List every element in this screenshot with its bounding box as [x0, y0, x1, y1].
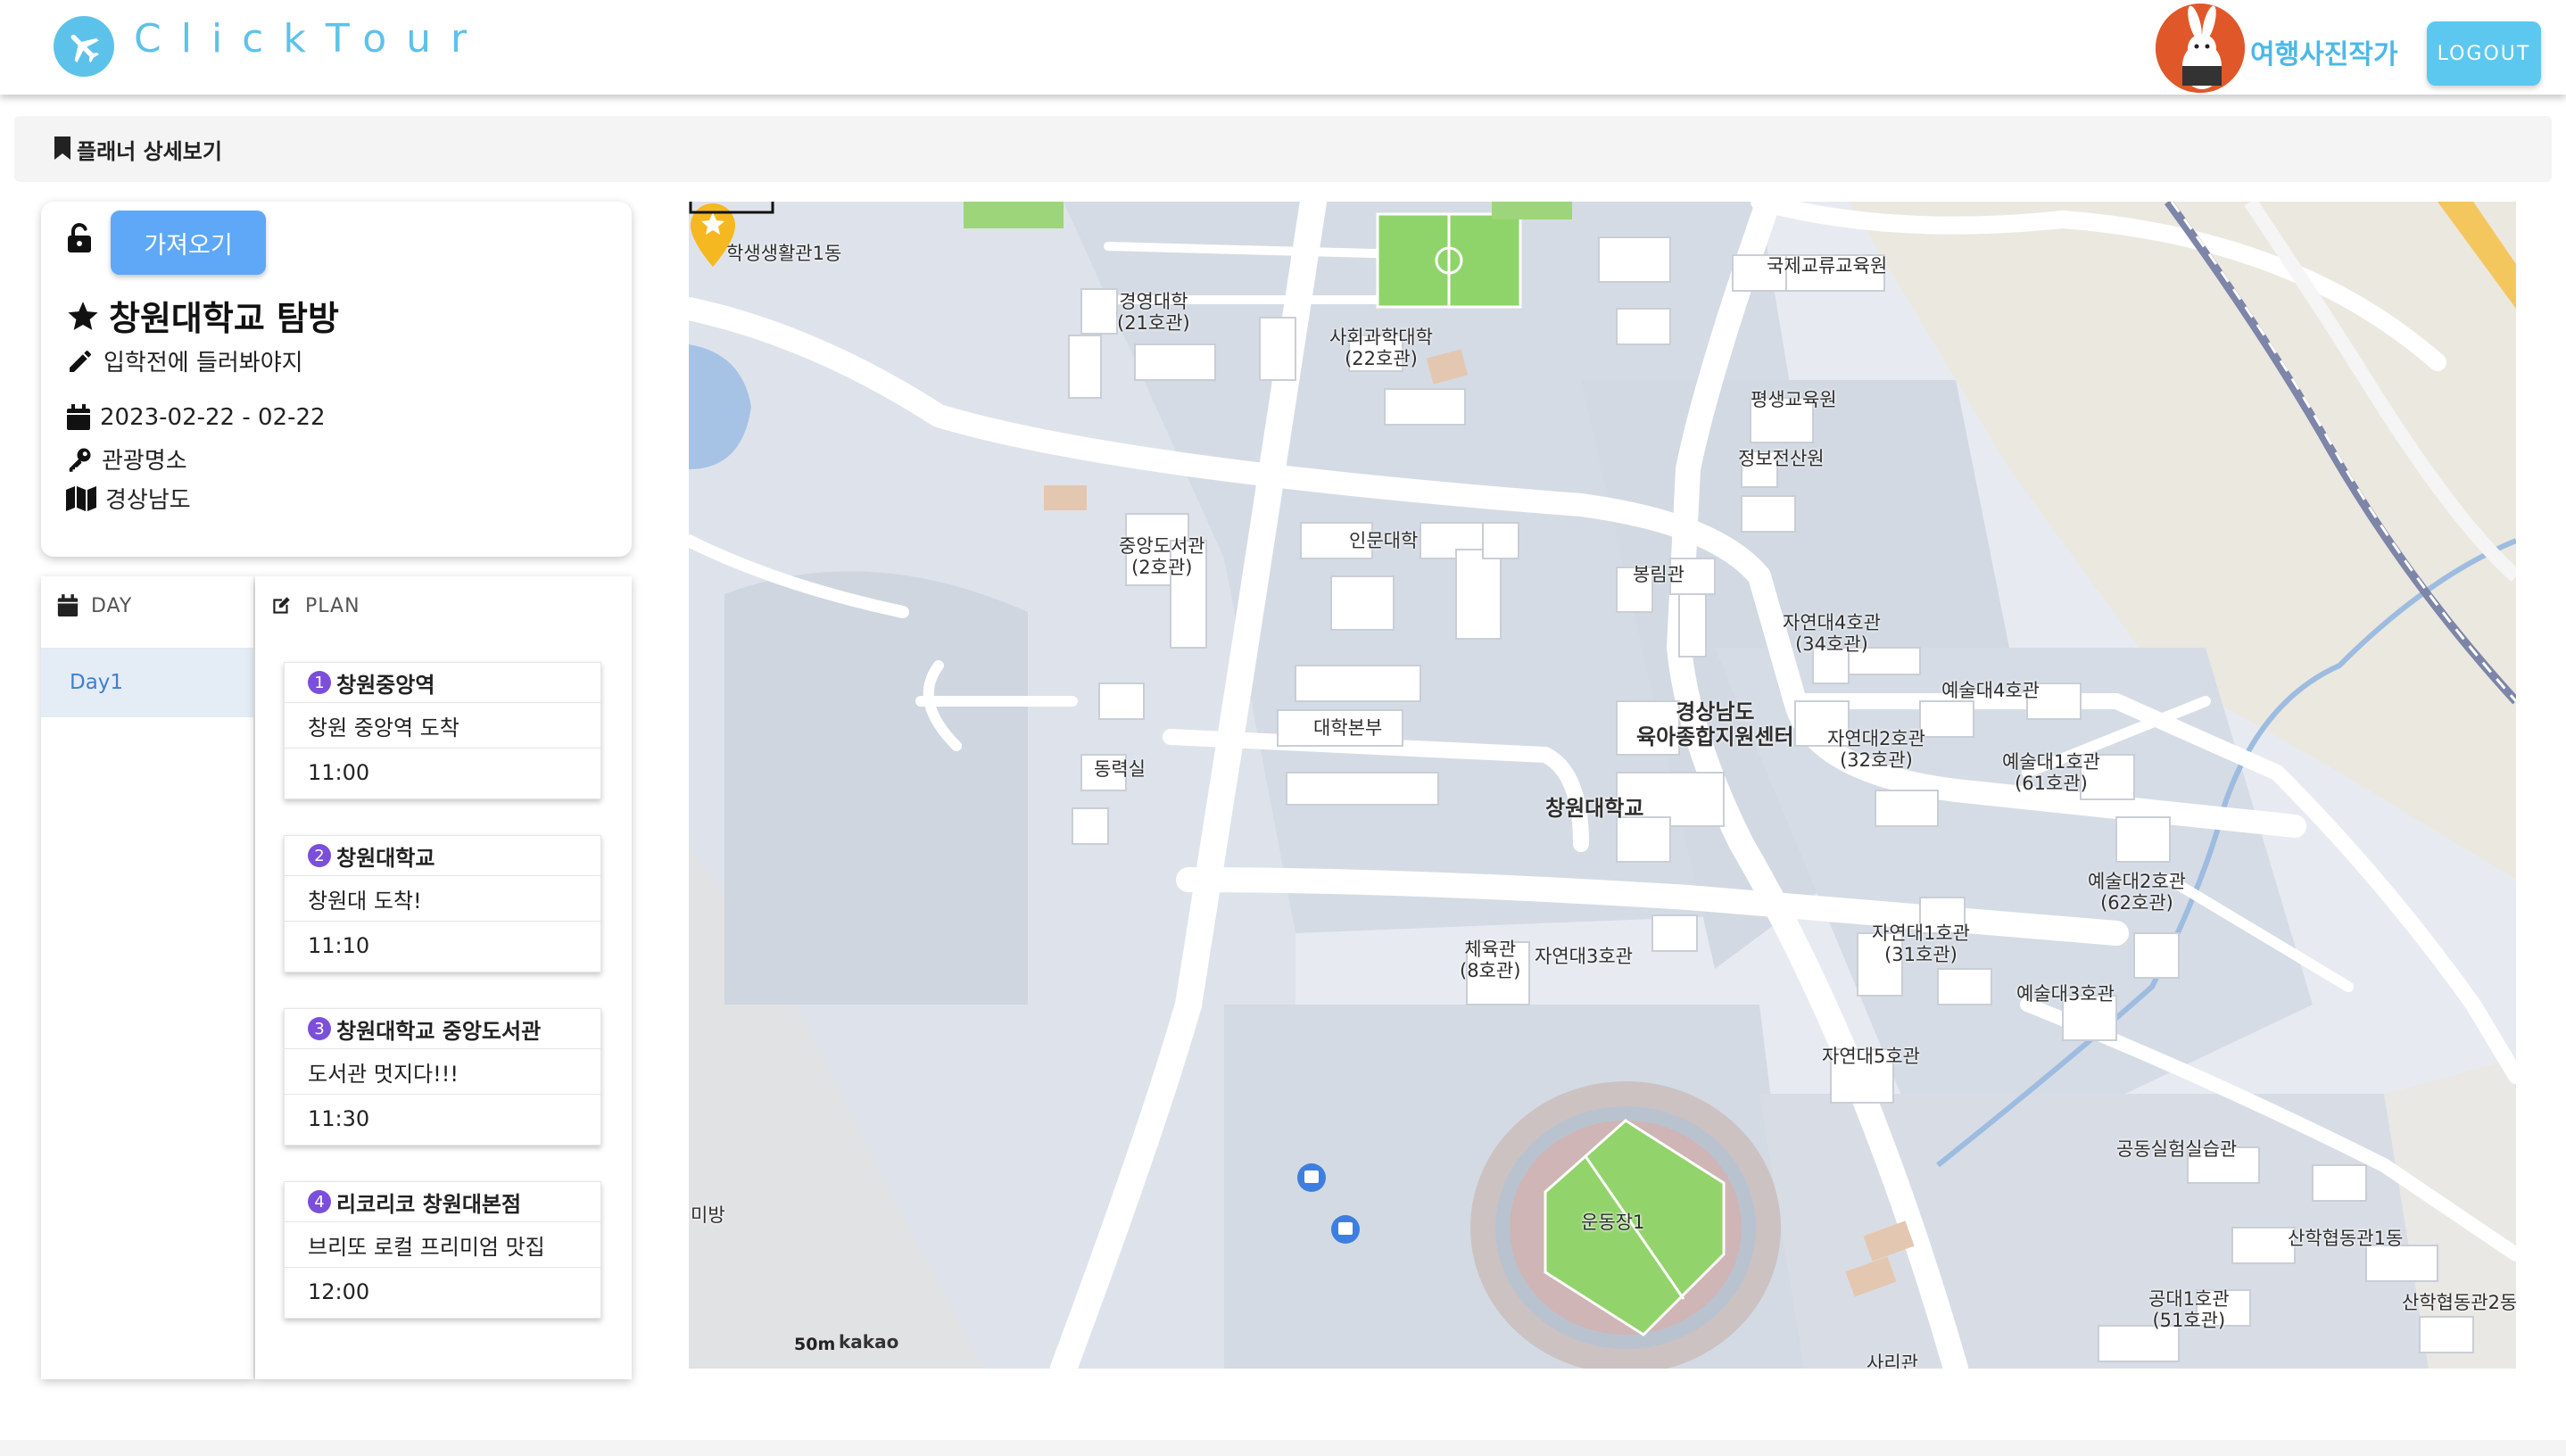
plan-list-panel: PLAN 1 창원중앙역 창원 중앙역 도착 11:00 2 창원대학교 창원대…	[255, 576, 632, 1379]
planner-info-card: 가져오기 창원대학교 탐방 입학전에 들러봐야지 2023-02-22 - 02…	[41, 202, 632, 557]
map-label: 학생생활관1동	[726, 243, 842, 264]
stop-place: 창원대학교	[336, 845, 435, 871]
plan-region: 경상남도	[105, 487, 191, 514]
day-list-panel: DAY Day1	[41, 576, 253, 1379]
pencil-icon	[70, 350, 91, 372]
map-label: 정보전산원	[1738, 448, 1825, 469]
stop-time: 11:10	[308, 933, 370, 958]
day-tab-day1[interactable]: Day1	[41, 648, 253, 717]
stop-memo: 브리또 로컬 프리미엄 맛집	[285, 1222, 600, 1268]
import-button[interactable]: 가져오기	[111, 211, 266, 275]
map-label: 중앙도서관 (2호관)	[1119, 535, 1205, 578]
brand-name[interactable]: ClickTour	[134, 16, 486, 62]
map-label: 평생교육원	[1751, 389, 1837, 410]
map-attribution: kakao	[839, 1331, 899, 1353]
stop-place-row: 1 창원중앙역	[285, 663, 600, 703]
marker-place-label: 창원대학교	[1545, 796, 1644, 821]
map-label: 예술대2호관 (62호관)	[2088, 871, 2186, 914]
stop-place: 창원중앙역	[336, 672, 435, 698]
stop-number-badge: 3	[308, 1017, 331, 1040]
map-label: 산학협동관2동	[2402, 1292, 2516, 1313]
calendar-icon	[57, 594, 79, 616]
map-label: 자연대4호관 (34호관)	[1783, 612, 1881, 655]
plan-category: 관광명소	[102, 448, 187, 475]
plan-stop-card[interactable]: 1 창원중앙역 창원 중앙역 도착 11:00	[284, 662, 601, 799]
plan-region-row: 경상남도	[66, 482, 191, 515]
breadcrumb-bar: 플래너 상세보기	[14, 116, 2552, 182]
footer-strip	[0, 1440, 2566, 1456]
plan-column-header: PLAN	[269, 594, 360, 617]
plan-dates: 2023-02-22 - 02-22	[100, 404, 326, 431]
plan-dates-row: 2023-02-22 - 02-22	[66, 404, 326, 431]
plan-stop-card[interactable]: 2 창원대학교 창원대 도착! 11:10	[284, 835, 601, 972]
stop-time: 11:00	[308, 760, 370, 785]
stop-place-row: 2 창원대학교	[285, 836, 600, 876]
stop-memo: 창원대 도착!	[285, 876, 600, 922]
plan-category-row: 관광명소	[66, 443, 187, 476]
stop-number-badge: 4	[308, 1190, 331, 1213]
plan-title-row: 창원대학교 탐방	[66, 291, 339, 340]
map-label: 예술대4호관	[1941, 680, 2040, 701]
map-base-graphic	[689, 202, 2516, 1369]
map-label: 예술대3호관	[2016, 983, 2115, 1005]
map-label: 경영대학 (21호관)	[1117, 291, 1190, 334]
stop-place: 창원대학교 중앙도서관	[336, 1018, 542, 1044]
map-label: 동력실	[1094, 758, 1146, 780]
map-label: 공대1호관 (51호관)	[2148, 1288, 2230, 1331]
map-label: 봉림관	[1633, 564, 1684, 585]
edit-note-icon	[273, 597, 290, 614]
logout-button[interactable]: LOGOUT	[2427, 21, 2541, 86]
map-label: 대학본부	[1313, 717, 1383, 739]
map-label: 자연대1호관 (31호관)	[1872, 922, 1970, 965]
stop-memo: 도서관 멋지다!!!	[285, 1049, 600, 1095]
map-label: 공동실험실습관	[2116, 1138, 2238, 1160]
plan-stop-card[interactable]: 4 리코리코 창원대본점 브리또 로컬 프리미엄 맛집 12:00	[284, 1181, 601, 1319]
airplane-logo-icon[interactable]	[54, 16, 114, 77]
map-label: 자연대3호관	[1535, 946, 1633, 967]
map-label: 예술대1호관 (61호관)	[2002, 751, 2100, 794]
top-navbar: ClickTour 여행사진작가 LOGOUT	[0, 0, 2566, 95]
plan-header-label: PLAN	[305, 594, 360, 617]
key-icon	[69, 448, 91, 472]
map-label: 자연대2호관 (32호관)	[1827, 728, 1925, 771]
stop-place-row: 4 리코리코 창원대본점	[285, 1182, 600, 1222]
stop-place: 리코리코 창원대본점	[336, 1191, 522, 1217]
map-view[interactable]: 학생생활관1동 경영대학 (21호관) 사회과학대학 (22호관) 국제교류교육…	[689, 202, 2516, 1369]
stop-number-badge: 1	[308, 671, 331, 694]
username[interactable]: 여행사진작가	[2250, 32, 2398, 71]
map-label: 체육관 (8호관)	[1460, 939, 1521, 981]
map-label: 미방	[691, 1204, 725, 1226]
calendar-icon	[67, 404, 90, 430]
map-scale-bar	[689, 202, 774, 214]
map-label: 자연대5호관	[1822, 1046, 1920, 1067]
map-label: 사리관	[1867, 1353, 1918, 1369]
plan-description-row: 입학전에 들러봐야지	[66, 344, 303, 377]
bookmark-icon	[54, 136, 70, 160]
stop-place-row: 3 창원대학교 중앙도서관	[285, 1009, 600, 1049]
map-label: 산학협동관1동	[2288, 1228, 2404, 1249]
map-label: 인문대학	[1349, 530, 1419, 551]
unlock-icon[interactable]	[66, 223, 93, 253]
stop-time: 11:30	[308, 1106, 370, 1131]
star-icon	[68, 301, 98, 330]
map-icon	[66, 485, 96, 511]
map-label: 운동장1	[1581, 1212, 1645, 1233]
map-scale-label: 50m	[794, 1335, 836, 1354]
user-avatar[interactable]	[2156, 4, 2245, 93]
stop-time: 12:00	[308, 1279, 370, 1304]
day-tab-label: Day1	[70, 671, 124, 694]
stop-number-badge: 2	[308, 844, 331, 867]
plan-description: 입학전에 들러봐야지	[103, 350, 303, 376]
stop-memo: 창원 중앙역 도착	[285, 703, 600, 749]
plan-title: 창원대학교 탐방	[109, 299, 339, 338]
day-header-label: DAY	[91, 594, 133, 617]
day-column-header: DAY	[57, 594, 132, 617]
map-label: 경상남도 육아종합지원센터	[1636, 699, 1794, 749]
map-label: 국제교류교육원	[1767, 255, 1888, 277]
map-label: 사회과학대학 (22호관)	[1329, 327, 1433, 369]
plan-stop-card[interactable]: 3 창원대학교 중앙도서관 도서관 멋지다!!! 11:30	[284, 1008, 601, 1146]
page-title: 플래너 상세보기	[77, 139, 222, 164]
